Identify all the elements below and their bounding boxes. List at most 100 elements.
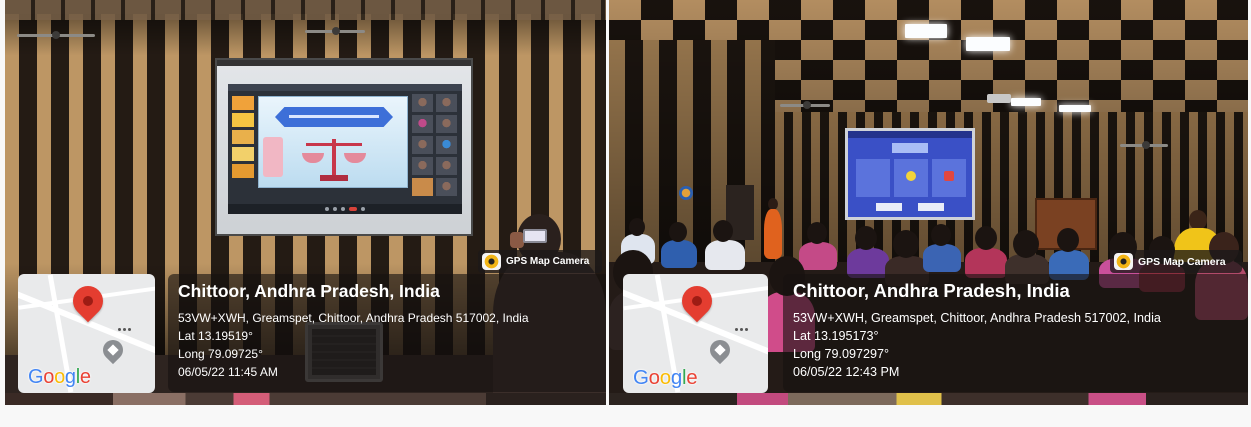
slide-panel bbox=[932, 159, 966, 197]
participant-tile bbox=[436, 157, 457, 175]
slide-panel bbox=[856, 159, 890, 197]
location-title: Chittoor, Andhra Pradesh, India bbox=[178, 281, 440, 301]
slide-thumbnails bbox=[232, 96, 254, 184]
projected-meeting-window bbox=[228, 84, 462, 214]
google-logo-letter: G bbox=[28, 366, 44, 388]
slide-thumbnail bbox=[232, 130, 254, 144]
google-logo-letter: o bbox=[54, 366, 65, 388]
slide-arrow-banner bbox=[275, 107, 393, 127]
map-thumbnail: Google bbox=[18, 274, 155, 393]
photo-right: GPS Map Camera Google Chittoor, Andhra P… bbox=[609, 0, 1248, 405]
slide-icon bbox=[944, 171, 954, 181]
projector-screen bbox=[845, 128, 975, 220]
audience-member bbox=[705, 240, 745, 270]
google-logo-letter: g bbox=[64, 366, 76, 388]
participant-tile bbox=[412, 94, 433, 112]
toolbar-dot bbox=[325, 207, 329, 211]
scale-pan bbox=[344, 153, 366, 163]
audience-head bbox=[975, 226, 997, 250]
audience-head bbox=[669, 222, 687, 242]
meeting-toolbar bbox=[228, 204, 462, 214]
audience-strip bbox=[5, 393, 606, 405]
audience-strip bbox=[609, 393, 1248, 405]
cap-symbol bbox=[714, 344, 726, 356]
scales-illustration bbox=[300, 135, 368, 183]
participant-tile bbox=[412, 136, 433, 154]
ceiling-fan bbox=[305, 27, 365, 35]
graduation-cap-icon bbox=[705, 335, 735, 365]
participant-tile bbox=[412, 178, 433, 196]
scale-pan bbox=[302, 153, 324, 163]
google-logo-letter: o bbox=[648, 366, 660, 389]
ceiling-light bbox=[966, 37, 1010, 51]
slide-heading-box bbox=[892, 143, 928, 153]
google-logo: Google bbox=[28, 366, 91, 389]
gps-map-camera-badge: GPS Map Camera bbox=[478, 250, 602, 273]
ceiling-light bbox=[1011, 98, 1041, 106]
audience-head bbox=[893, 230, 919, 258]
gps-map-camera-app-icon bbox=[1114, 253, 1133, 270]
gps-map-camera-app-icon bbox=[482, 253, 501, 270]
wall-emblem bbox=[679, 186, 693, 200]
slide-button bbox=[876, 203, 902, 211]
slide-figure bbox=[263, 137, 283, 177]
participant-tile bbox=[412, 157, 433, 175]
map-thumbnail: Google bbox=[623, 274, 768, 393]
audience-member bbox=[923, 244, 961, 272]
google-logo-letter: o bbox=[659, 366, 671, 389]
audience-head bbox=[1013, 230, 1039, 258]
window-title-bar bbox=[228, 84, 462, 91]
more-dots-icon bbox=[735, 328, 748, 331]
projector bbox=[987, 94, 1011, 103]
google-logo-letter: e bbox=[79, 366, 91, 388]
hand bbox=[510, 232, 524, 248]
audience-head bbox=[1057, 228, 1079, 252]
presentation-slide bbox=[258, 96, 408, 188]
google-logo-letter: o bbox=[43, 366, 55, 388]
slide-thumbnail bbox=[232, 147, 254, 161]
audience-head bbox=[855, 226, 877, 250]
ceiling-fan bbox=[780, 101, 830, 109]
toolbar-dot bbox=[333, 207, 337, 211]
toolbar-dot bbox=[361, 207, 365, 211]
location-title: Chittoor, Andhra Pradesh, India bbox=[793, 280, 1070, 301]
ceiling-fan bbox=[1120, 141, 1168, 149]
address-text: 53VW+XWH, Greamspet, Chittoor, Andhra Pr… bbox=[793, 311, 1161, 325]
address-text: 53VW+XWH, Greamspet, Chittoor, Andhra Pr… bbox=[178, 311, 529, 325]
participant-tile bbox=[412, 115, 433, 133]
presenter-orange bbox=[764, 209, 782, 259]
participant-tile bbox=[436, 94, 457, 112]
photo-left: GPS Map Camera Google Chittoor, Andhra P… bbox=[5, 0, 606, 405]
more-dots-icon bbox=[118, 328, 131, 331]
google-logo-letter: g bbox=[670, 366, 682, 389]
scale-base bbox=[320, 175, 348, 181]
participant-tile bbox=[436, 178, 457, 196]
slide-thumbnail bbox=[232, 113, 254, 127]
projector-screen bbox=[215, 58, 473, 236]
google-logo-letter: e bbox=[686, 366, 698, 389]
audience-head bbox=[807, 222, 827, 244]
slide-icon bbox=[906, 171, 916, 181]
latitude-text: Lat 13.19519° bbox=[178, 329, 253, 343]
datetime-text: 06/05/22 12:43 PM bbox=[793, 365, 900, 379]
google-logo-letter: G bbox=[633, 366, 649, 389]
participant-tile bbox=[436, 115, 457, 133]
audience-member bbox=[661, 240, 697, 268]
slide-thumbnail bbox=[232, 164, 254, 178]
cap-symbol bbox=[107, 344, 119, 356]
latitude-text: Lat 13.195173° bbox=[793, 329, 879, 343]
longitude-text: Long 79.097297° bbox=[793, 347, 890, 361]
participant-tiles bbox=[412, 94, 458, 202]
window-title-bar bbox=[848, 131, 972, 138]
participant-tile bbox=[436, 136, 457, 154]
audience-head bbox=[713, 220, 733, 242]
audience-head bbox=[931, 224, 951, 246]
badge-label: GPS Map Camera bbox=[1138, 255, 1226, 268]
slide-button bbox=[918, 203, 944, 211]
google-logo: Google bbox=[633, 366, 698, 390]
longitude-text: Long 79.09725° bbox=[178, 347, 263, 361]
badge-label: GPS Map Camera bbox=[506, 256, 590, 267]
ceiling bbox=[5, 0, 606, 20]
slide-panel bbox=[894, 159, 928, 197]
presenter-head bbox=[1189, 210, 1207, 230]
